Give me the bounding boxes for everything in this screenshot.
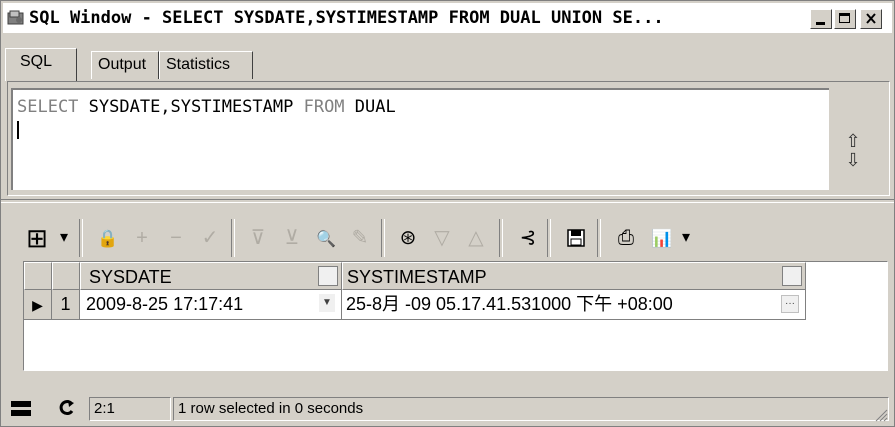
chart-button[interactable]: 📊 [649, 225, 675, 251]
print-icon: ⎙ [618, 227, 634, 249]
resize-grip-icon[interactable] [874, 408, 888, 422]
triangle-up-icon: △ [468, 227, 484, 249]
column-header-sysdate[interactable]: SYSDATE [80, 262, 342, 290]
connect-icon: ⊰ [519, 227, 537, 249]
close-button[interactable] [860, 9, 882, 29]
editor-columns: SYSDATE,SYSTIMESTAMP [78, 97, 304, 117]
plus-icon: + [136, 227, 148, 249]
check-icon: ✓ [201, 227, 219, 249]
save-icon [567, 229, 585, 247]
insert-record-button[interactable]: + [129, 225, 155, 251]
panel-toggle-button[interactable] [11, 400, 33, 418]
pane-splitter[interactable] [1, 199, 894, 203]
chevron-down-icon: ▾ [681, 229, 691, 246]
cell-ellipsis-button[interactable]: ··· [781, 295, 799, 313]
arrow-down-icon: ⇩ [845, 150, 861, 170]
chevron-down-icon: ▼ [322, 297, 332, 308]
current-row-icon: ▶ [32, 297, 43, 313]
refresh-button[interactable] [57, 398, 77, 420]
cell-sysdate[interactable]: 2009-8-25 17:17:41 ▼ [80, 290, 342, 320]
tab-statistics[interactable]: Statistics [159, 51, 253, 79]
chevron-down-icon: ▾ [59, 229, 69, 246]
delete-record-button[interactable]: − [163, 225, 189, 251]
ellipsis-icon: ··· [785, 298, 795, 309]
link-button[interactable]: ⊰ [515, 225, 541, 251]
toolbar-separator [79, 219, 83, 257]
sort-ascending-button[interactable]: △ [463, 225, 489, 251]
keyword-select: SELECT [17, 97, 79, 117]
triangle-down-icon: ▽ [434, 227, 450, 249]
toolbar-separator [231, 219, 235, 257]
tab-output[interactable]: Output [91, 51, 159, 79]
close-icon [866, 13, 876, 24]
binoculars-icon: 🔍 [316, 231, 336, 248]
cell-value: 25-8月 -09 05.17.41.531000 下午 +08:00 [346, 294, 673, 314]
minimize-icon [816, 22, 825, 25]
title-bar[interactable]: SQL Window - SELECT SYSDATE,SYSTIMESTAMP… [3, 3, 892, 33]
query-by-example-icon: ⊛ [399, 227, 417, 249]
column-header-label: SYSTIMESTAMP [347, 267, 487, 287]
editor-scroll-down-button[interactable]: ⇩ [841, 148, 865, 172]
fetch-next-button[interactable]: ⊽ [245, 225, 271, 251]
minimize-button[interactable] [810, 9, 832, 29]
row-number: 1 [52, 290, 80, 320]
sql-editor[interactable]: SELECT SYSDATE,SYSTIMESTAMP FROM DUAL [11, 88, 829, 190]
maximize-button[interactable] [834, 9, 856, 29]
row-indicator[interactable]: ▶ [24, 290, 52, 320]
clear-button[interactable]: ✎ [347, 225, 373, 251]
toolbar-separator [597, 219, 601, 257]
column-header-systimestamp[interactable]: SYSTIMESTAMP [342, 262, 806, 290]
cell-systimestamp[interactable]: 25-8月 -09 05.17.41.531000 下午 +08:00 ··· [342, 290, 806, 320]
filter-down-icon: ⊽ [250, 227, 266, 249]
fetch-last-button[interactable]: ⊻ [279, 225, 305, 251]
column-header-label: SYSDATE [89, 267, 172, 287]
minus-icon: − [170, 227, 182, 249]
column-header-button[interactable] [318, 266, 338, 286]
lock-button[interactable]: 🔒 [95, 225, 121, 251]
refresh-icon [59, 400, 74, 416]
cell-value: 2009-8-25 17:17:41 [86, 294, 244, 314]
chart-dropdown[interactable]: ▾ [679, 225, 693, 251]
panel-toggle-icon-bar [11, 410, 31, 416]
status-bar: 2:1 1 row selected in 0 seconds [3, 394, 892, 424]
text-caret [17, 121, 19, 139]
grid-icon: ⊞ [26, 223, 48, 253]
sql-window-icon [7, 10, 24, 25]
toolbar-separator [381, 219, 385, 257]
print-button[interactable]: ⎙ [613, 225, 639, 251]
toolbar-separator [499, 219, 503, 257]
lock-icon: 🔒 [97, 229, 119, 248]
chart-icon: 📊 [651, 229, 673, 248]
maximize-icon [839, 13, 850, 23]
tab-sql[interactable]: SQL [5, 48, 77, 81]
query-by-example-button[interactable]: ⊛ [395, 225, 421, 251]
status-message: 1 row selected in 0 seconds [173, 397, 889, 421]
toolbar-separator [547, 219, 551, 257]
column-header-button[interactable] [782, 266, 802, 286]
find-button[interactable]: 🔍 [313, 225, 339, 251]
result-toolbar: ⊞ ▾ 🔒 + − ✓ ⊽ ⊻ 🔍 ✎ ⊛ ▽ △ ⊰ ⎙ 📊 ▾ [19, 215, 879, 261]
grid-corner [24, 262, 52, 290]
save-button[interactable] [563, 225, 589, 251]
sql-window: SQL Window - SELECT SYSDATE,SYSTIMESTAMP… [0, 0, 895, 427]
cursor-position: 2:1 [89, 397, 171, 421]
editor-table: DUAL [344, 97, 396, 117]
filter-clear-icon: ⊻ [284, 227, 300, 249]
eraser-icon: ✎ [351, 227, 369, 249]
panel-toggle-icon [11, 401, 31, 407]
keyword-from: FROM [303, 97, 345, 117]
sort-descending-button[interactable]: ▽ [429, 225, 455, 251]
row-number-header [52, 262, 80, 290]
grid-mode-dropdown[interactable]: ▾ [57, 225, 71, 251]
result-grid: SYSDATE SYSTIMESTAMP ▶ 1 2009-8-25 17:17… [23, 261, 888, 371]
window-title: SQL Window - SELECT SYSDATE,SYSTIMESTAMP… [29, 8, 664, 28]
grid-mode-button[interactable]: ⊞ [19, 225, 55, 251]
cell-dropdown-button[interactable]: ▼ [319, 294, 335, 312]
post-changes-button[interactable]: ✓ [197, 225, 223, 251]
